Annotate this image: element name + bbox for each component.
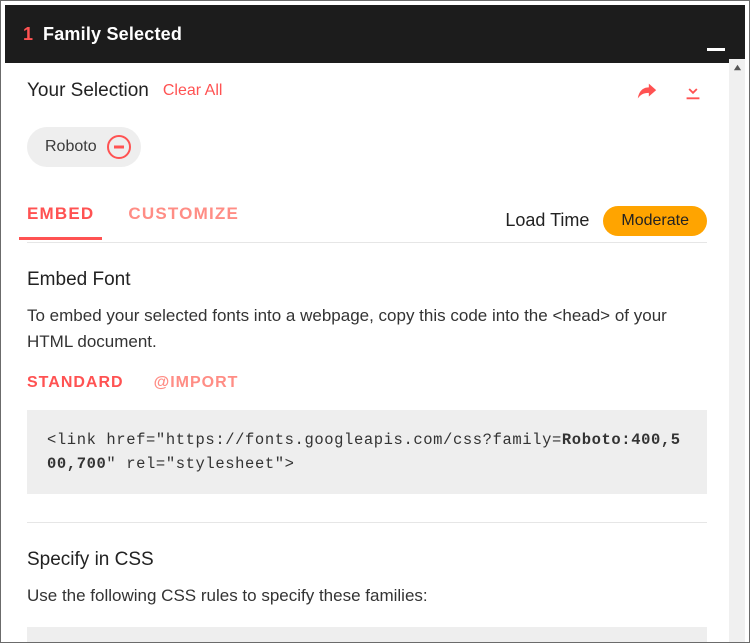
- embed-heading: Embed Font: [27, 269, 707, 291]
- download-icon[interactable]: [679, 77, 707, 105]
- css-code[interactable]: font-family: 'Roboto', sans-serif;: [27, 627, 707, 642]
- css-section: Specify in CSS Use the following CSS rul…: [27, 549, 707, 642]
- drawer-title: Family Selected: [43, 24, 182, 45]
- selection-row: Your Selection Clear All: [27, 63, 707, 105]
- clear-all-link[interactable]: Clear All: [163, 82, 223, 100]
- load-time-badge: Moderate: [603, 206, 707, 236]
- embed-code-prefix: <link href="https://fonts.googleapis.com…: [47, 431, 562, 449]
- scroll-up-button[interactable]: [729, 59, 745, 75]
- embed-subtabs: STANDARD @IMPORT: [27, 374, 707, 392]
- embed-code[interactable]: <link href="https://fonts.googleapis.com…: [27, 410, 707, 494]
- tabs-row: EMBED CUSTOMIZE Load Time Moderate: [27, 199, 707, 243]
- minimize-icon[interactable]: [707, 48, 725, 51]
- load-time-value: Moderate: [621, 212, 689, 230]
- selection-chips: Roboto: [27, 127, 707, 167]
- embed-code-suffix: " rel="stylesheet">: [106, 455, 294, 473]
- embed-section: Embed Font To embed your selected fonts …: [27, 269, 707, 494]
- remove-chip-icon[interactable]: [107, 135, 131, 159]
- css-heading: Specify in CSS: [27, 549, 707, 571]
- tab-customize[interactable]: CUSTOMIZE: [128, 204, 239, 238]
- subtab-import[interactable]: @IMPORT: [154, 374, 239, 392]
- embed-description: To embed your selected fonts into a webp…: [27, 303, 707, 356]
- load-time-label: Load Time: [505, 210, 589, 231]
- font-chip: Roboto: [27, 127, 141, 167]
- font-chip-label: Roboto: [45, 138, 97, 156]
- family-count: 1: [23, 24, 33, 45]
- tab-embed[interactable]: EMBED: [27, 204, 94, 238]
- scrollbar[interactable]: [729, 59, 745, 642]
- share-icon[interactable]: [633, 77, 661, 105]
- drawer-content: Your Selection Clear All Roboto: [5, 63, 729, 642]
- css-description: Use the following CSS rules to specify t…: [27, 583, 707, 609]
- subtab-standard[interactable]: STANDARD: [27, 374, 124, 392]
- selection-label: Your Selection: [27, 80, 149, 102]
- drawer-header[interactable]: 1 Family Selected: [5, 5, 745, 63]
- divider: [27, 522, 707, 523]
